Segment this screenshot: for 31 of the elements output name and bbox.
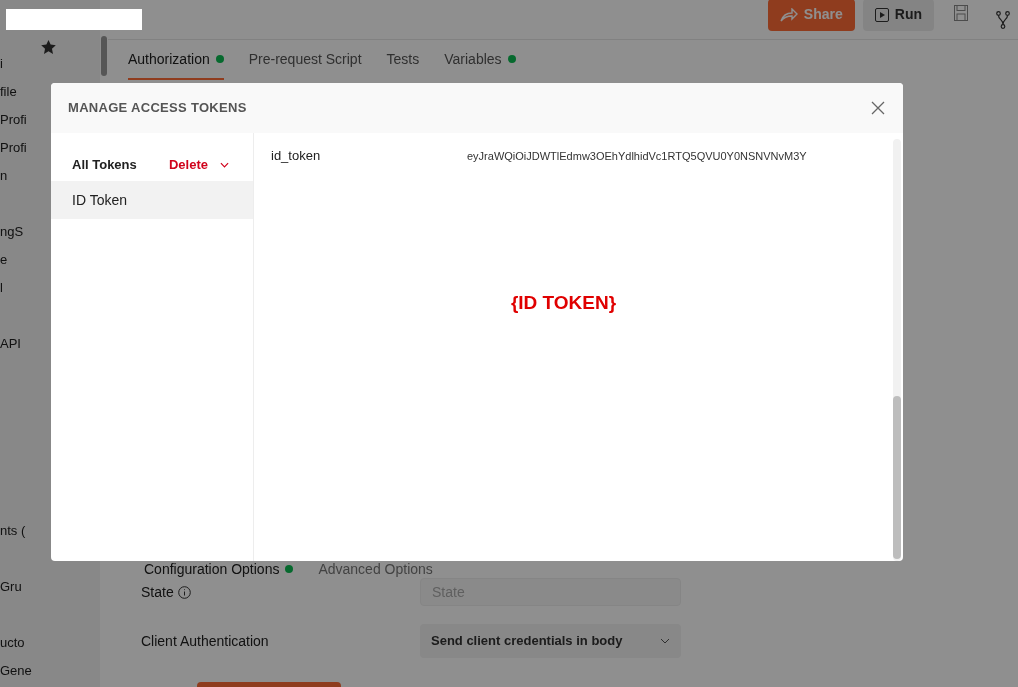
dialog-title: MANAGE ACCESS TOKENS [68,99,247,118]
close-button[interactable] [871,101,885,115]
save-icon[interactable] [954,4,968,21]
play-icon [874,7,889,22]
close-icon [871,101,885,115]
tab[interactable]: Advanced Options [318,558,433,580]
field-label: State [141,582,174,602]
section-heading: All Tokens [72,156,137,175]
tab[interactable]: Pre-request Script [248,40,362,80]
sidebar-item[interactable]: i [0,50,100,78]
info-icon[interactable] [177,585,191,599]
annotation: {ID TOKEN} [510,291,617,315]
token-item[interactable]: ID Token [51,181,253,219]
tab[interactable]: Variables [444,40,516,80]
select-dropdown[interactable]: Send client credentials in body [420,624,681,658]
sidebar-item[interactable]: ucto [0,629,100,657]
field-label: Client Authentication [141,631,270,651]
token-key: id_token [271,146,467,166]
chevron-down-icon [220,162,229,168]
sidebar-item[interactable]: Gene [0,657,100,685]
fork-icon[interactable] [996,10,1010,29]
share-icon [779,7,798,22]
token-value: eyJraWQiOiJDWTlEdmw3OEhYdlhidVc1RTQ5QVU0Y0NSNVNvM3Y [467,148,807,164]
run-button[interactable]: Run [862,0,934,31]
sidebar-item[interactable]: Gru [0,573,100,601]
chevron-down-icon [660,638,670,644]
tab[interactable]: Tests [386,40,420,80]
star-icon[interactable] [41,40,56,54]
scrollbar-thumb[interactable] [893,396,901,559]
tab[interactable]: Authorization [128,40,224,80]
delete-button[interactable]: Delete [168,155,229,175]
